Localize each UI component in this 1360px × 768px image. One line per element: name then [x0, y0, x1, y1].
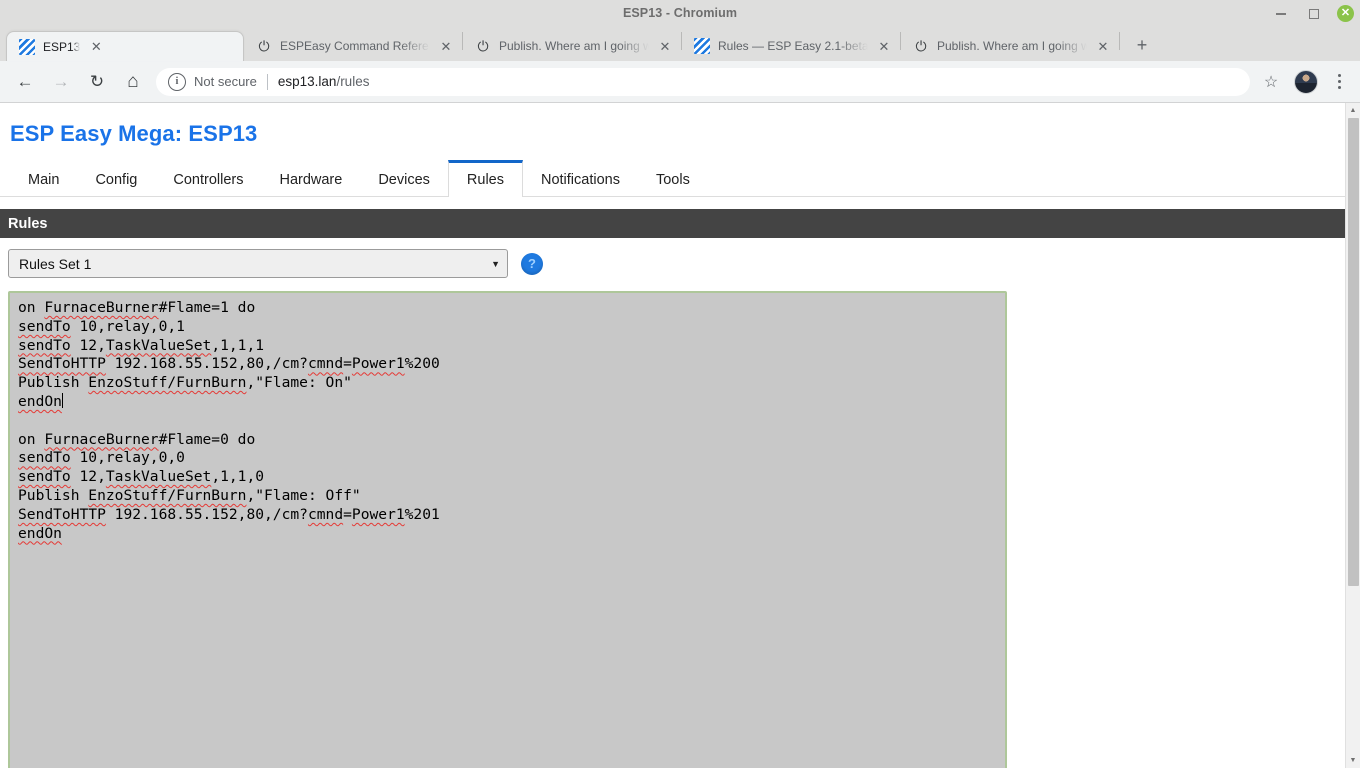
power-favicon-icon: ⏻: [258, 38, 270, 54]
nav-tab-notifications[interactable]: Notifications: [523, 163, 638, 196]
home-icon[interactable]: ⌂: [116, 65, 150, 99]
section-header-rules: Rules: [0, 209, 1345, 238]
browser-menu-icon[interactable]: [1326, 67, 1352, 97]
rules-line-13: endOn: [18, 525, 62, 542]
nav-tab-rules[interactable]: Rules: [447, 160, 523, 197]
tab-title: ESPEasy Command Reference -: [280, 39, 430, 53]
url-path: /rules: [336, 74, 370, 89]
page-title: ESP Easy Mega: ESP13: [10, 121, 258, 146]
rules-textarea[interactable]: on FurnaceBurner#Flame=1 do sendTo 10,re…: [8, 291, 1007, 768]
rules-line-9: sendTo 10,relay,0,0: [18, 449, 185, 467]
spellcheck-word: SendToHTTP: [18, 355, 106, 373]
browser-window: ESP13 - Chromium ✕ ESP13 ✕ ⏻ ESPEasy Com…: [0, 0, 1360, 768]
nav-tab-controllers[interactable]: Controllers: [155, 163, 261, 196]
url-host: esp13.lan: [277, 74, 337, 89]
power-favicon-icon: ⏻: [915, 38, 927, 54]
browser-tab-esp13[interactable]: ESP13 ✕: [6, 31, 244, 61]
bookmark-star-icon[interactable]: ☆: [1256, 67, 1286, 97]
window-title: ESP13 - Chromium: [622, 6, 738, 20]
new-tab-button[interactable]: +: [1128, 31, 1156, 59]
spellcheck-word: sendTo: [18, 468, 71, 486]
rules-line-1: on FurnaceBurner#Flame=1 do: [18, 299, 256, 316]
browser-tab-publish-1[interactable]: ⏻ Publish. Where am I going wron ✕: [463, 31, 681, 61]
address-bar[interactable]: i Not secure esp13.lan/rules: [156, 67, 1250, 96]
window-controls: ✕: [1273, 0, 1354, 26]
spellcheck-word: EnzoStuff/FurnBurn: [88, 486, 247, 504]
close-tab-icon[interactable]: ✕: [876, 38, 892, 54]
tab-title: Rules — ESP Easy 2.1-beta1 doc: [718, 39, 868, 53]
nav-tab-config[interactable]: Config: [77, 163, 155, 196]
rules-line-12: SendToHTTP 192.168.55.152,80,/cm?cmnd=Po…: [18, 505, 440, 523]
nav-tab-hardware[interactable]: Hardware: [261, 163, 360, 196]
title-bar: ESP13 - Chromium ✕: [0, 0, 1360, 26]
close-tab-icon[interactable]: ✕: [1095, 38, 1111, 54]
back-icon[interactable]: ←: [8, 65, 42, 99]
spellcheck-word: sendTo: [18, 449, 71, 467]
rules-line-3: sendTo 12,TaskValueSet,1,1,1: [18, 336, 265, 354]
text-cursor: [61, 392, 63, 408]
rules-set-selected-value: Rules Set 1: [19, 255, 92, 272]
main-navigation: Main Config Controllers Hardware Devices…: [0, 160, 1345, 197]
spellcheck-word: TaskValueSet: [105, 336, 212, 354]
nav-tab-main[interactable]: Main: [10, 163, 77, 196]
scrollbar-thumb[interactable]: [1348, 118, 1359, 586]
spellcheck-word: SendToHTTP: [18, 505, 106, 523]
spellcheck-word: FurnaceBurner: [44, 430, 159, 448]
browser-tab-rules-docs[interactable]: Rules — ESP Easy 2.1-beta1 doc ✕: [682, 31, 900, 61]
tab-title: Publish. Where am I going wron: [937, 39, 1087, 53]
tab-title: ESP13: [43, 39, 81, 54]
scroll-up-icon[interactable]: ▲: [1346, 103, 1360, 118]
rules-controls-row: Rules Set 1 ▼ ?: [0, 238, 1345, 278]
spellcheck-word: FurnaceBurner: [44, 299, 159, 316]
profile-avatar[interactable]: [1294, 69, 1318, 94]
rules-line-8: on FurnaceBurner#Flame=0 do: [18, 430, 256, 448]
nav-tab-devices[interactable]: Devices: [360, 163, 448, 196]
security-status-label: Not secure: [194, 74, 257, 89]
spellcheck-word: Power1: [351, 505, 405, 523]
rules-line-10: sendTo 12,TaskValueSet,1,1,0: [18, 468, 265, 486]
browser-toolbar: ← → ↻ ⌂ i Not secure esp13.lan/rules ☆: [0, 61, 1360, 103]
rules-line-4: SendToHTTP 192.168.55.152,80,/cm?cmnd=Po…: [18, 355, 440, 373]
reload-icon[interactable]: ↻: [80, 65, 114, 99]
spellcheck-word: endOn: [18, 392, 62, 410]
spellcheck-word: sendTo: [18, 336, 71, 354]
tab-separator: [1119, 31, 1120, 50]
esp-easy-favicon-icon: [694, 38, 710, 54]
rules-line-6: endOn: [18, 392, 63, 410]
minimize-button[interactable]: [1273, 5, 1289, 21]
browser-tab-publish-2[interactable]: ⏻ Publish. Where am I going wron ✕: [901, 31, 1119, 61]
close-tab-icon[interactable]: ✕: [88, 39, 104, 55]
rules-line-5: Publish EnzoStuff/FurnBurn,"Flame: On": [18, 374, 352, 392]
close-tab-icon[interactable]: ✕: [657, 38, 673, 54]
spellcheck-word: cmnd: [307, 505, 344, 523]
spellcheck-word: endOn: [18, 524, 62, 542]
rules-set-select[interactable]: Rules Set 1 ▼: [8, 249, 508, 278]
esp-easy-page: ESP Easy Mega: ESP13 Main Config Control…: [0, 103, 1345, 768]
spellcheck-word: TaskValueSet: [105, 468, 212, 486]
esp-easy-favicon-icon: [19, 38, 35, 55]
rules-line-2: sendTo 10,relay,0,1: [18, 317, 185, 335]
omnibox-divider: [266, 73, 268, 90]
close-window-button[interactable]: ✕: [1337, 4, 1354, 22]
spellcheck-word: Power1: [351, 355, 405, 373]
scroll-down-icon[interactable]: ▼: [1346, 753, 1360, 768]
power-favicon-icon: ⏻: [477, 38, 489, 54]
help-icon[interactable]: ?: [521, 252, 543, 275]
tab-title: Publish. Where am I going wron: [499, 39, 649, 53]
close-tab-icon[interactable]: ✕: [438, 38, 454, 54]
page-viewport: ESP Easy Mega: ESP13 Main Config Control…: [0, 103, 1360, 768]
forward-icon[interactable]: →: [44, 65, 78, 99]
page-scrollbar[interactable]: ▲ ▼: [1345, 103, 1360, 768]
chevron-down-icon: ▼: [491, 258, 500, 269]
tab-strip: ESP13 ✕ ⏻ ESPEasy Command Reference - ✕ …: [0, 26, 1360, 61]
info-icon[interactable]: i: [168, 72, 186, 91]
spellcheck-word: EnzoStuff/FurnBurn: [88, 374, 247, 392]
nav-tab-tools[interactable]: Tools: [638, 163, 708, 196]
scrollbar-track[interactable]: [1346, 118, 1360, 753]
spellcheck-word: sendTo: [18, 317, 71, 335]
maximize-button[interactable]: [1305, 5, 1321, 21]
browser-tab-espeasy-command-reference[interactable]: ⏻ ESPEasy Command Reference - ✕: [244, 31, 462, 61]
rules-line-11: Publish EnzoStuff/FurnBurn,"Flame: Off": [18, 486, 361, 504]
spellcheck-word: cmnd: [307, 355, 344, 373]
